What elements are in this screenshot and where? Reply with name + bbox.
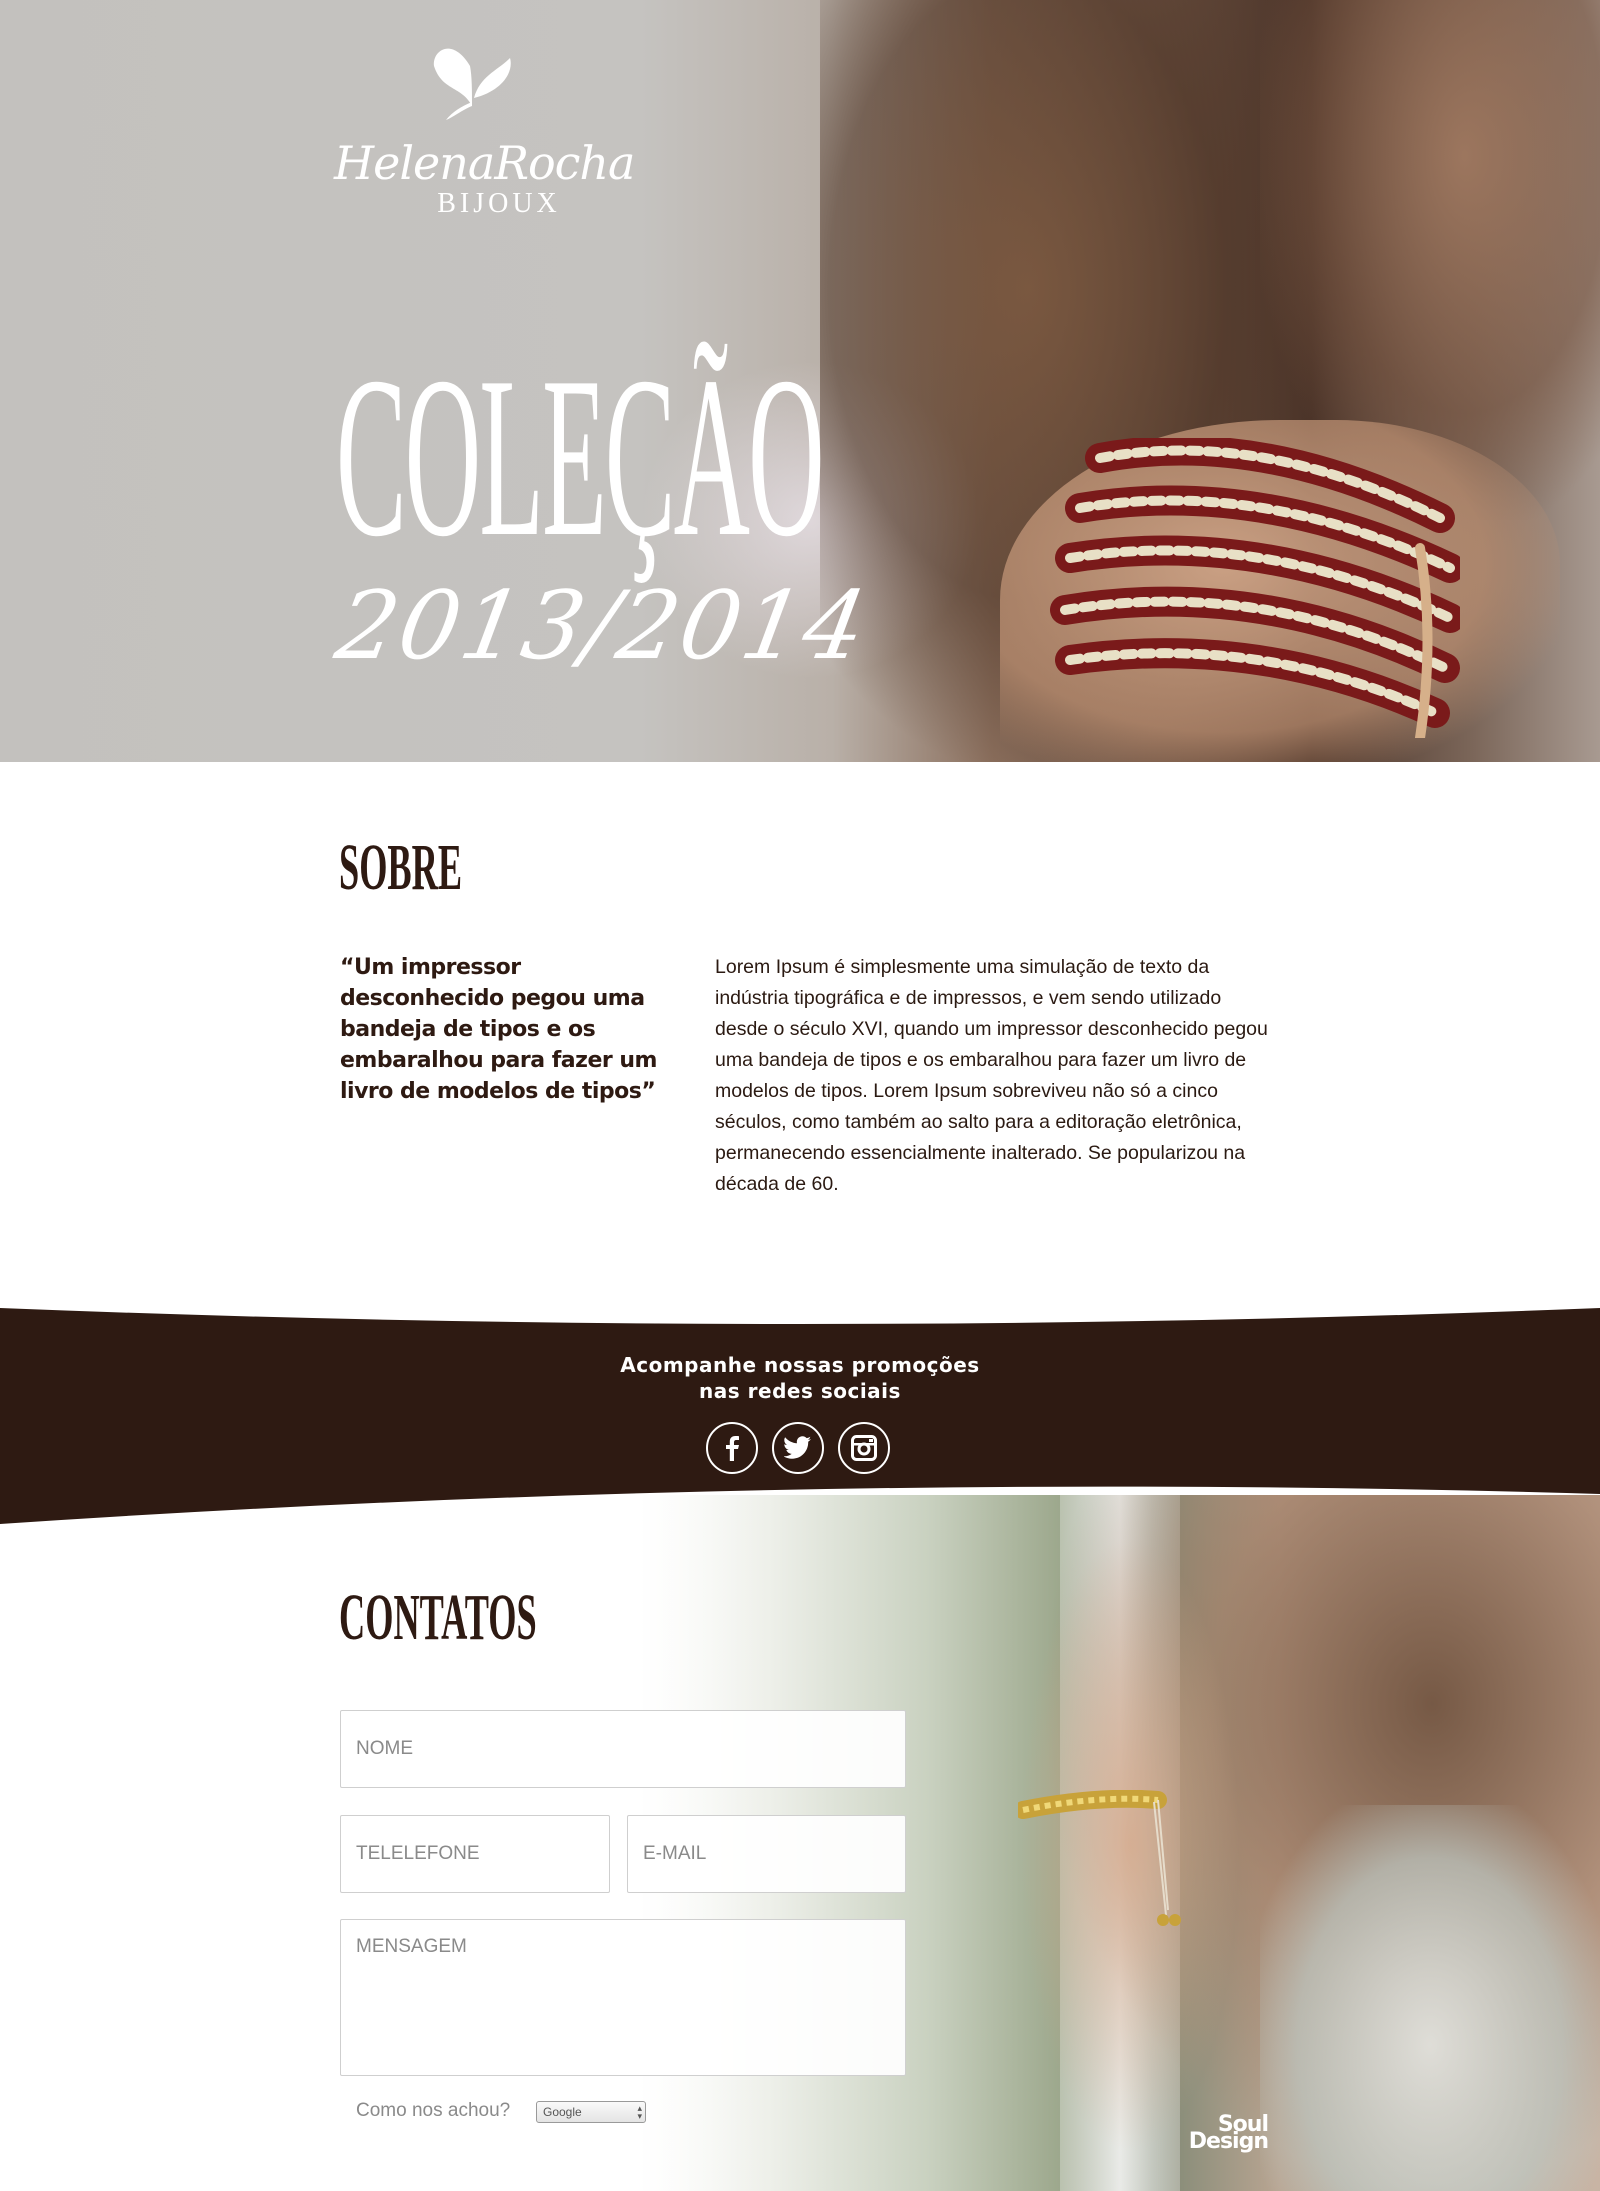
social-heading-line1: Acompanhe nossas promoções <box>620 1353 980 1377</box>
brand-logo[interactable]: HelenaRocha BIJOUX <box>334 36 635 226</box>
social-heading-line2: nas redes sociais <box>699 1379 901 1403</box>
social-links <box>706 1422 896 1476</box>
hero-title: COLEÇÃO <box>336 329 825 584</box>
select-arrows-icon: ▴ ▾ <box>637 2103 642 2121</box>
found-select-value: Google <box>543 2105 582 2119</box>
sobre-text: Lorem Ipsum é simplesmente uma simulação… <box>715 956 1268 1195</box>
soul-design-credit[interactable]: Soul Design <box>1188 2114 1269 2154</box>
contatos-heading: CONTATOS <box>339 1581 537 1654</box>
gold-bracelet-image <box>1018 1790 1181 1926</box>
twitter-icon <box>784 1436 811 1459</box>
telefone-input[interactable] <box>340 1815 610 1893</box>
social-heading: Acompanhe nossas promoções nas redes soc… <box>0 1352 1600 1404</box>
brand-subtitle: BIJOUX <box>437 188 561 219</box>
found-label: Como nos achou? <box>356 2100 511 2121</box>
found-select[interactable]: Google ▴ ▾ <box>536 2101 646 2123</box>
nome-input[interactable] <box>340 1710 906 1788</box>
social-band <box>0 1308 1600 1524</box>
email-input[interactable] <box>627 1815 906 1893</box>
sobre-heading: SOBRE <box>339 831 463 904</box>
hero-year: 2013/2014 <box>328 572 876 681</box>
brand-name: HelenaRocha <box>334 136 635 190</box>
sobre-quote: “Um impressor desconhecido pegou uma ban… <box>340 955 657 1104</box>
facebook-icon <box>726 1436 739 1461</box>
facebook-button[interactable] <box>706 1422 758 1474</box>
bracelet-image <box>1050 438 1460 738</box>
credit-line2: Design <box>1188 2129 1269 2154</box>
instagram-button[interactable] <box>838 1422 890 1474</box>
twitter-button[interactable] <box>772 1422 824 1474</box>
instagram-icon <box>851 1435 877 1461</box>
hero-banner: HelenaRocha BIJOUX COLEÇÃO 2013/2014 <box>0 0 1600 762</box>
mensagem-textarea[interactable] <box>340 1919 906 2076</box>
photo-shirt <box>1260 1805 1600 2191</box>
butterfly-icon <box>433 48 511 120</box>
